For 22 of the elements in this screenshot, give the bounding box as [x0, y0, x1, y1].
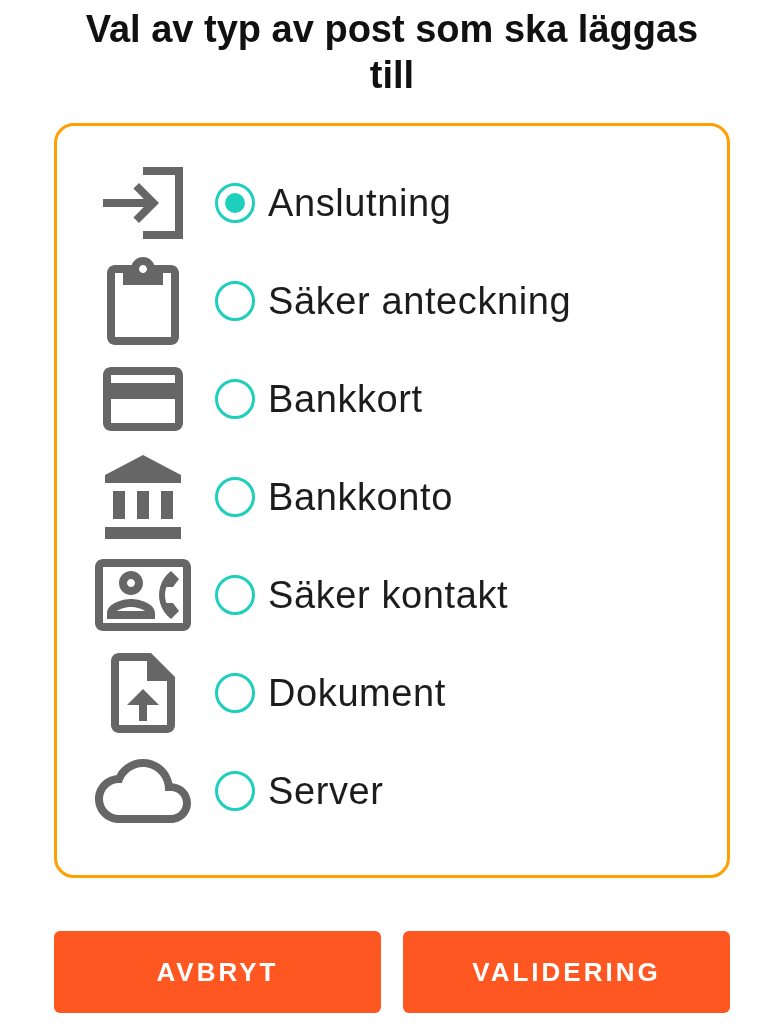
- option-label[interactable]: Server: [268, 769, 384, 813]
- radio-button[interactable]: [215, 281, 255, 321]
- option-label[interactable]: Bankkonto: [268, 475, 453, 519]
- radio-button[interactable]: [215, 673, 255, 713]
- cloud-icon: [95, 759, 191, 823]
- clipboard-icon: [107, 257, 179, 345]
- radio-button[interactable]: [215, 575, 255, 615]
- option-label[interactable]: Säker anteckning: [268, 279, 572, 323]
- bank-icon: [105, 455, 181, 539]
- radio-button[interactable]: [215, 379, 255, 419]
- document-upload-icon: [111, 653, 175, 733]
- credit-card-icon: [103, 367, 183, 431]
- radio-button[interactable]: [215, 183, 255, 223]
- dialog-title: Val av typ av post som ska läggas till: [84, 7, 700, 98]
- option-label[interactable]: Dokument: [268, 671, 446, 715]
- option-label[interactable]: Bankkort: [268, 377, 423, 421]
- option-label[interactable]: Säker kontakt: [268, 573, 509, 617]
- option-label[interactable]: Anslutning: [268, 181, 452, 225]
- arrow-into-bracket-icon: [103, 167, 183, 239]
- radio-button[interactable]: [215, 477, 255, 517]
- radio-button[interactable]: [215, 771, 255, 811]
- contact-phone-icon: [95, 559, 191, 631]
